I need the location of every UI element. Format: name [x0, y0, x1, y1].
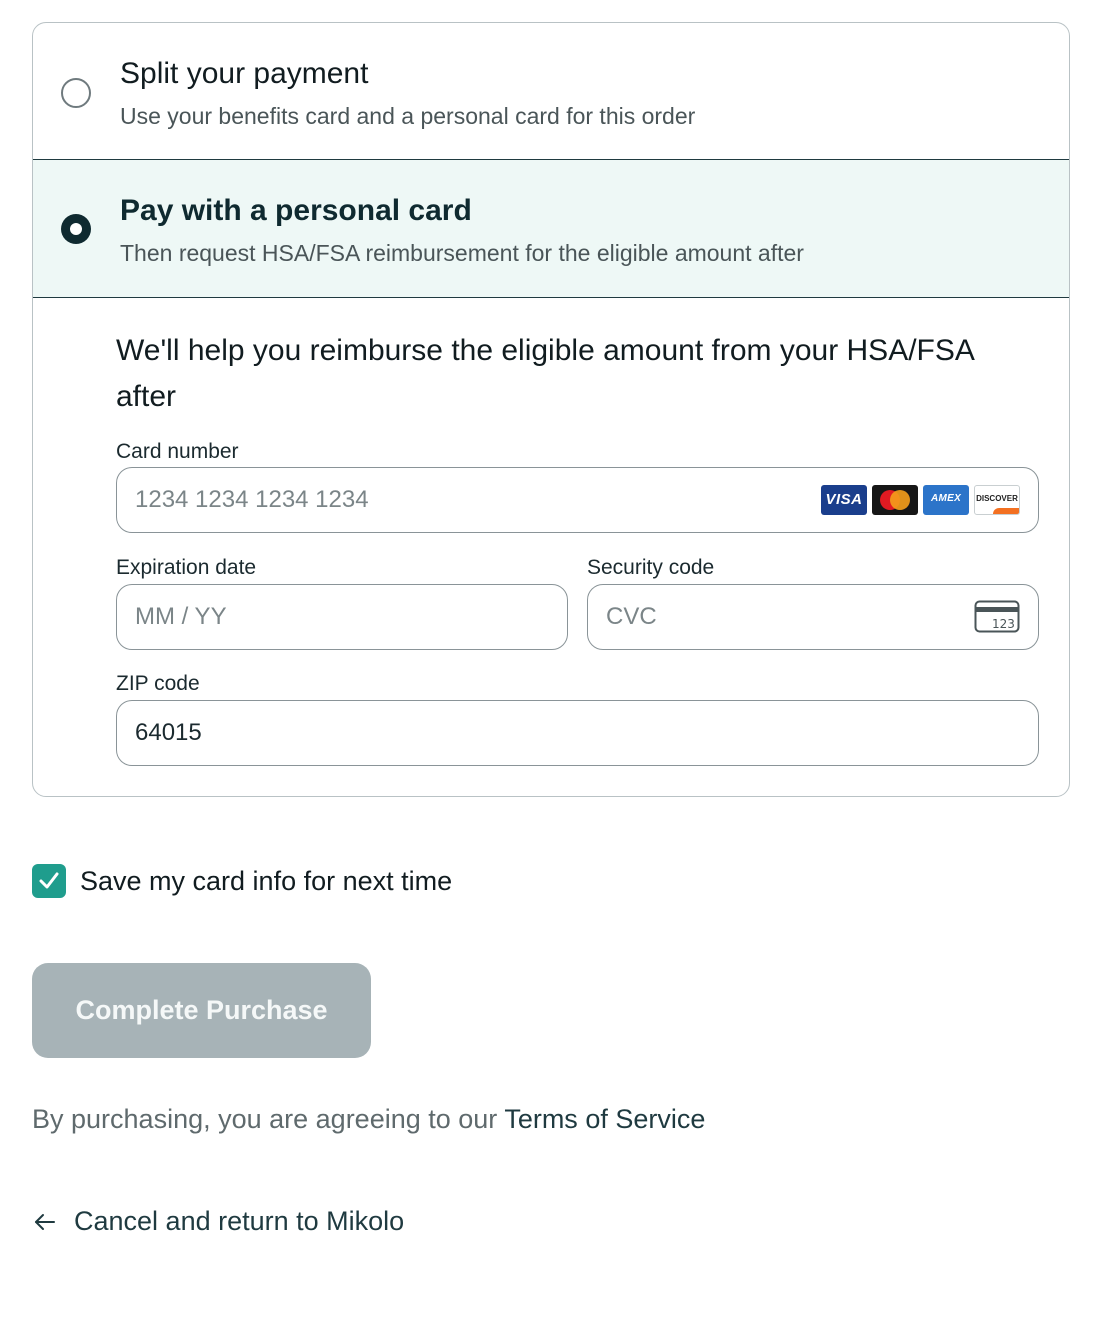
card-brand-logos: VISA AMEX DISCOVER	[821, 485, 1020, 515]
terms-prefix: By purchasing, you are agreeing to our	[32, 1104, 505, 1134]
discover-label: DISCOVER	[976, 494, 1018, 503]
cancel-link[interactable]: Cancel and return to Mikolo	[32, 1206, 404, 1237]
cancel-label: Cancel and return to Mikolo	[74, 1206, 405, 1236]
expiration-field[interactable]	[116, 584, 568, 650]
expiration-input[interactable]	[135, 585, 495, 649]
amex-icon: AMEX	[923, 485, 969, 515]
arrow-left-icon	[35, 1213, 55, 1230]
terms-notice: By purchasing, you are agreeing to our T…	[32, 1104, 705, 1135]
cvc-icon-text: 123	[992, 617, 1015, 631]
save-card-label: Save my card info for next time	[80, 865, 453, 896]
zip-input[interactable]	[135, 701, 872, 765]
option-title: Pay with a personal card	[120, 194, 472, 227]
payment-option-split[interactable]: Split your payment Use your benefits car…	[33, 23, 1069, 159]
expiration-label: Expiration date	[116, 556, 257, 579]
card-number-label: Card number	[116, 440, 239, 463]
save-card-checkbox[interactable]	[32, 864, 66, 898]
cvc-card-icon: 123	[974, 600, 1020, 633]
security-code-label: Security code	[587, 556, 715, 579]
option-title: Split your payment	[120, 57, 369, 90]
zip-label: ZIP code	[116, 672, 200, 695]
zip-field[interactable]	[116, 700, 1039, 766]
card-number-input[interactable]	[135, 468, 872, 532]
mastercard-icon	[872, 485, 918, 515]
discover-icon: DISCOVER	[974, 485, 1020, 515]
radio-split[interactable]	[61, 78, 91, 108]
security-code-input[interactable]	[606, 585, 921, 649]
security-code-field[interactable]: 123	[587, 584, 1039, 650]
amex-label: AMEX	[930, 493, 962, 504]
save-card-row[interactable]: Save my card info for next time	[32, 864, 452, 898]
terms-of-service-link[interactable]: Terms of Service	[504, 1104, 705, 1134]
payment-method-panel: Split your payment Use your benefits car…	[32, 22, 1070, 797]
option-description: Use your benefits card and a personal ca…	[120, 103, 696, 129]
visa-icon: VISA	[821, 485, 867, 515]
checkmark-icon	[39, 872, 59, 889]
visa-label: VISA	[825, 491, 863, 508]
option-description: Then request HSA/FSA reimbursement for t…	[120, 240, 804, 266]
radio-personal-card[interactable]	[61, 214, 91, 244]
payment-option-personal-card[interactable]: Pay with a personal card Then request HS…	[33, 159, 1069, 298]
complete-purchase-button[interactable]: Complete Purchase	[32, 963, 371, 1058]
card-number-field[interactable]: VISA AMEX DISCOVER	[116, 467, 1039, 533]
form-heading: We'll help you reimburse the eligible am…	[116, 334, 974, 413]
